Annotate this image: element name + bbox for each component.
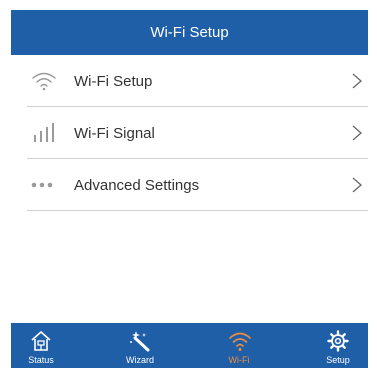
home-status-icon: [30, 330, 52, 352]
wifi-icon: [228, 330, 251, 352]
tab-wizard[interactable]: Wizard: [110, 323, 170, 368]
menu-item-label: Wi-Fi Signal: [74, 124, 155, 142]
signal-bars-icon: [31, 121, 63, 145]
more-dots-icon: [31, 173, 63, 197]
tab-label: Status: [28, 355, 54, 365]
page-header: Wi-Fi Setup: [11, 10, 368, 55]
chevron-right-icon: [350, 175, 364, 195]
tab-wifi[interactable]: Wi-Fi: [209, 323, 269, 368]
chevron-right-icon: [350, 123, 364, 143]
settings-menu: Wi-Fi Setup Wi-Fi Signal Advanced Settin…: [11, 55, 368, 211]
magic-wand-icon: [129, 330, 151, 352]
menu-item-wifi-signal[interactable]: Wi-Fi Signal: [11, 107, 368, 159]
menu-item-label: Advanced Settings: [74, 176, 200, 194]
menu-item-advanced-settings[interactable]: Advanced Settings: [11, 159, 368, 211]
bottom-tab-bar: Status Wizard Wi-Fi Setup: [11, 323, 368, 368]
tab-label: Setup: [326, 355, 350, 365]
wifi-icon: [31, 69, 63, 93]
tab-setup[interactable]: Setup: [308, 323, 368, 368]
page-title: Wi-Fi Setup: [150, 24, 229, 41]
chevron-right-icon: [350, 71, 364, 91]
gear-icon: [327, 330, 349, 352]
app-root: Wi-Fi Setup Wi-Fi Setup Wi-Fi Signal Adv…: [0, 0, 377, 368]
menu-item-wifi-setup[interactable]: Wi-Fi Setup: [11, 55, 368, 107]
tab-label: Wizard: [125, 355, 154, 365]
tab-status[interactable]: Status: [11, 323, 71, 368]
menu-item-label: Wi-Fi Setup: [74, 72, 153, 90]
tab-label: Wi-Fi: [228, 355, 250, 365]
